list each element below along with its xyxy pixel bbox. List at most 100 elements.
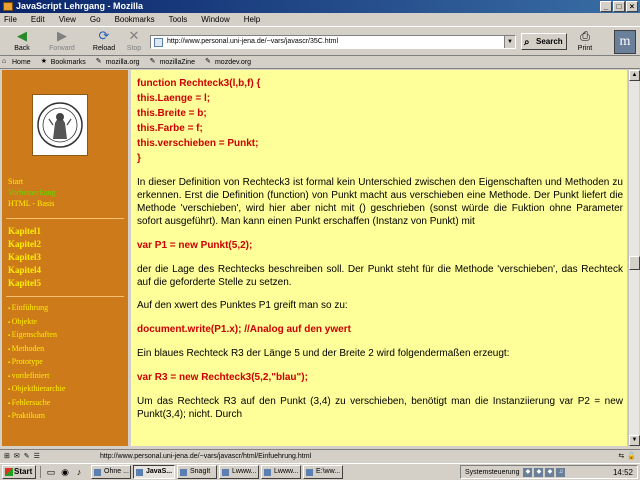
bookmark-bookmarks[interactable]: ★ Bookmarks: [41, 58, 86, 66]
tray-icon[interactable]: ◆: [534, 467, 544, 477]
volume-icon[interactable]: ♫: [556, 467, 566, 477]
scroll-down-icon[interactable]: ▼: [629, 435, 640, 446]
tray-icon[interactable]: ◆: [545, 467, 555, 477]
sidebar-link-objekthierarchie[interactable]: Objekthierarchie: [8, 383, 66, 397]
menu-tools[interactable]: Tools: [169, 15, 188, 24]
mail-icon[interactable]: ✉: [14, 452, 20, 460]
back-arrow-icon: ◀: [17, 28, 27, 43]
sidebar-link-kapitel2[interactable]: Kapitel2: [8, 238, 41, 251]
maximize-button[interactable]: □: [613, 1, 625, 12]
menu-view[interactable]: View: [59, 15, 76, 24]
security-lock-icon[interactable]: 🔓: [627, 452, 636, 460]
url-text: http://www.personal.uni-jena.de/~vars/ja…: [167, 38, 338, 45]
sidebar-link-vordefiniert[interactable]: vordefiniert: [8, 370, 65, 384]
paragraph: Ein blaues Rechteck R3 der Länge 5 und d…: [137, 348, 510, 359]
menu-help[interactable]: Help: [244, 15, 260, 24]
sidebar-link-objekte[interactable]: Objekte: [8, 316, 65, 330]
taskbar-button[interactable]: E:\ww...: [303, 465, 343, 479]
paragraph: Auf den xwert des Punktes P1 greift man …: [137, 300, 348, 311]
taskbar-button[interactable]: Lwww...: [261, 465, 301, 479]
printer-icon: ⎙: [580, 29, 590, 43]
print-button[interactable]: ⎙ Print: [571, 29, 599, 55]
sidebar-link-einfuehrung[interactable]: Einführung: [8, 302, 65, 316]
quick-launch: ▭ ◉ ♪: [40, 466, 89, 478]
tray-label[interactable]: Systemsteuerung: [465, 469, 519, 476]
mozilla-icon: [3, 2, 13, 11]
status-component-icons: ⊞ ✉ ✎ ☰: [0, 452, 100, 460]
scroll-up-icon[interactable]: ▲: [629, 70, 640, 81]
menu-edit[interactable]: Edit: [31, 15, 45, 24]
composer-icon[interactable]: ✎: [24, 452, 30, 460]
sidebar-link-methoden[interactable]: Methoden: [8, 343, 65, 357]
sidebar-link-kapitel3[interactable]: Kapitel3: [8, 251, 41, 264]
university-seal-logo: [32, 94, 88, 156]
window-title: JavaScript Lehrgang - Mozilla: [16, 1, 144, 11]
show-desktop-icon[interactable]: ▭: [45, 466, 57, 478]
forward-button[interactable]: ▶ Forward: [44, 29, 80, 55]
explorer-icon[interactable]: ◉: [59, 466, 71, 478]
window-title-bar[interactable]: JavaScript Lehrgang - Mozilla _ □ ×: [0, 0, 640, 13]
navigator-icon[interactable]: ⊞: [4, 452, 10, 460]
taskbar-button[interactable]: Lwww...: [219, 465, 259, 479]
taskbar-button[interactable]: SnagIt: [177, 465, 217, 479]
status-indicators: ⇆ 🔓: [590, 452, 640, 460]
sidebar-link-eigenschaften[interactable]: Eigenschaften: [8, 329, 65, 343]
sidebar-divider: [6, 296, 124, 297]
taskbar-button-active[interactable]: JavaS...: [133, 465, 175, 479]
page-icon: [154, 38, 163, 47]
code-line: this.Farbe = f;: [137, 123, 203, 134]
bookmark-mozilla-org[interactable]: ✎ mozilla.org: [96, 58, 140, 66]
minimize-button[interactable]: _: [600, 1, 612, 12]
back-button[interactable]: ◀ Back: [4, 29, 40, 55]
menu-bar: File Edit View Go Bookmarks Tools Window…: [0, 13, 640, 26]
code-line: this.verschieben = Punkt;: [137, 138, 259, 149]
sidebar-divider: [6, 218, 124, 219]
sidebar-link-prototype[interactable]: Prototype: [8, 356, 65, 370]
mozilla-throbber-icon[interactable]: m: [614, 30, 636, 54]
taskbar-button[interactable]: Ohne ...: [91, 465, 131, 479]
sidebar-link-vorbemerkung[interactable]: Vorbemerkung: [8, 187, 55, 198]
menu-go[interactable]: Go: [90, 15, 101, 24]
windows-flag-icon: [5, 468, 13, 476]
sidebar-link-html-basis[interactable]: HTML - Basis: [8, 198, 55, 209]
sidebar-link-start[interactable]: Start: [8, 176, 55, 187]
link-icon: ✎: [149, 58, 156, 65]
stop-button[interactable]: ✕ Stop: [116, 29, 152, 55]
start-button[interactable]: Start: [2, 465, 36, 479]
sidebar-link-kapitel1[interactable]: Kapitel1: [8, 225, 41, 238]
address-book-icon[interactable]: ☰: [34, 452, 40, 460]
code-block-rechteck3: function Rechteck3(l,b,f) { this.Laenge …: [137, 76, 623, 166]
media-icon[interactable]: ♪: [73, 466, 85, 478]
url-bar[interactable]: http://www.personal.uni-jena.de/~vars/ja…: [150, 35, 516, 49]
bookmark-home[interactable]: ⌂ Home: [2, 58, 31, 66]
sidebar-link-praktikum[interactable]: Praktikum: [8, 410, 65, 424]
code-line: function Rechteck3(l,b,f) {: [137, 78, 261, 89]
scrollbar-thumb[interactable]: [629, 256, 640, 270]
search-button[interactable]: ⌕ Search: [521, 33, 567, 50]
bookmark-mozdev-org[interactable]: ✎ mozdev.org: [205, 58, 251, 66]
menu-window[interactable]: Window: [201, 15, 229, 24]
bookmark-mozillazine[interactable]: ✎ mozillaZine: [150, 58, 195, 66]
sidebar-link-kapitel4[interactable]: Kapitel4: [8, 264, 41, 277]
search-icon: ⌕: [524, 37, 530, 48]
sidebar-chapter-links: Kapitel1 Kapitel2 Kapitel3 Kapitel4 Kapi…: [8, 225, 41, 290]
windows-taskbar: Start ▭ ◉ ♪ Ohne ... JavaS... SnagIt Lww…: [0, 463, 640, 480]
menu-file[interactable]: File: [4, 15, 17, 24]
content-frame: function Rechteck3(l,b,f) { this.Laenge …: [131, 70, 627, 446]
sidebar-link-fehlersuche[interactable]: Fehlersuche: [8, 397, 65, 411]
status-text: http://www.personal.uni-jena.de/~vars/ja…: [100, 452, 312, 460]
home-icon: ⌂: [2, 58, 7, 65]
url-dropdown-icon[interactable]: ▼: [504, 36, 515, 48]
clock[interactable]: 14:52: [613, 468, 633, 477]
close-button[interactable]: ×: [626, 1, 638, 12]
sidebar-topic-links: Einführung Objekte Eigenschaften Methode…: [8, 302, 66, 424]
sidebar-link-kapitel5[interactable]: Kapitel5: [8, 277, 41, 290]
code-line: document.write(P1.x); //Analog auf den y…: [137, 324, 351, 335]
tray-icon[interactable]: ◆: [523, 467, 533, 477]
menu-bookmarks[interactable]: Bookmarks: [115, 15, 155, 24]
vertical-scrollbar[interactable]: ▲ ▼: [628, 70, 640, 446]
paragraph: Um das Rechteck R3 auf den Punkt (3,4) z…: [137, 396, 623, 420]
navigation-frame: Start Vorbemerkung HTML - Basis Kapitel1…: [2, 70, 128, 446]
online-icon[interactable]: ⇆: [618, 452, 624, 460]
link-icon: ✎: [204, 58, 211, 65]
